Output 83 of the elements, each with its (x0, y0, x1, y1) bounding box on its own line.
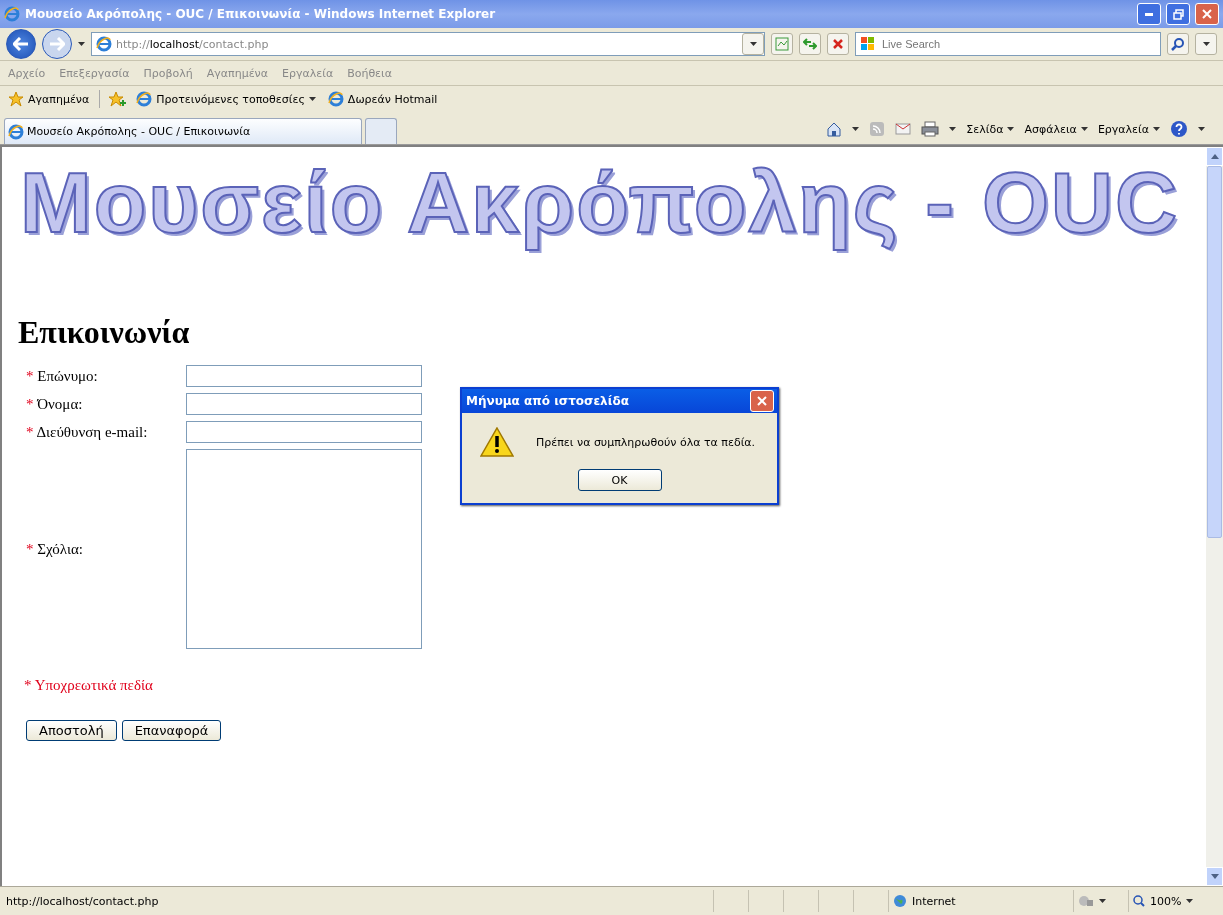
restore-icon (1172, 8, 1184, 20)
caret-icon (1099, 899, 1106, 903)
star-icon (8, 91, 24, 107)
forward-button[interactable] (42, 29, 72, 59)
comments-field[interactable] (186, 449, 422, 649)
search-field[interactable]: Live Search (855, 32, 1161, 56)
caret-icon (749, 42, 757, 46)
input-field[interactable] (186, 365, 422, 387)
url-text: http://localhost/contact.php (116, 37, 270, 51)
caret-icon (1007, 127, 1015, 131)
back-button[interactable] (6, 29, 36, 59)
search-options-button[interactable] (1195, 33, 1217, 55)
browser-logo-icon (96, 36, 112, 52)
forward-arrow-icon (49, 37, 65, 51)
address-field[interactable]: http://localhost/contact.php (91, 32, 765, 56)
field-label: * Διεύθυνση e-mail: (26, 423, 149, 441)
banner-title: Μουσείο Ακρόπολης - OUC (19, 153, 1180, 252)
input-field[interactable] (186, 421, 422, 443)
dropdown-button[interactable] (742, 33, 764, 55)
page-icon (775, 37, 789, 51)
favorites-link[interactable]: Δωρεάν Hotmail (325, 91, 440, 107)
printer-icon[interactable] (921, 121, 940, 137)
required-note: * Υποχρεωτικά πεδία (24, 677, 154, 694)
field-label: * Επώνυμο: (26, 367, 99, 385)
close-icon (757, 396, 767, 406)
caret-icon (1080, 127, 1088, 131)
close-icon (1202, 9, 1212, 19)
scroll-up-icon (1210, 154, 1219, 159)
browser-tab[interactable]: Μουσείο Ακρόπολης - OUC / Επικοινωνία (4, 118, 362, 144)
favorites-link[interactable]: Προτεινόμενες τοποθεσίες (134, 91, 318, 107)
form-button[interactable]: Αποστολή (26, 720, 117, 741)
zoom-icon[interactable] (1133, 895, 1145, 907)
field-label: * Σχόλια: (26, 540, 84, 558)
page-heading: Επικοινωνία (18, 314, 191, 351)
minimize-icon (1145, 12, 1153, 16)
command-menu-button[interactable]: Σελίδα (966, 122, 1015, 136)
caret-icon (949, 127, 957, 131)
dialog-message: Πρέπει να συμπληρωθούν όλα τα πεδία. (536, 435, 756, 449)
caret-icon (1198, 127, 1205, 131)
stop-x-icon (832, 38, 844, 50)
caret-icon (1153, 127, 1160, 131)
caret-icon (852, 127, 860, 131)
home-icon[interactable] (826, 121, 843, 137)
security-zone: Internet (912, 894, 956, 908)
browser-logo-icon (327, 91, 344, 107)
scrollbar[interactable] (1206, 147, 1223, 886)
zoom-level[interactable]: 100% (1150, 894, 1182, 908)
browser-logo-icon (136, 91, 153, 107)
field-label: * Όνομα: (26, 395, 84, 413)
dialog-close-button[interactable] (750, 390, 774, 412)
new-tab-button[interactable] (365, 118, 397, 144)
warning-icon (480, 427, 514, 457)
stop-button[interactable] (827, 33, 849, 55)
browser-logo-icon (4, 6, 20, 22)
favorites-button[interactable]: Αγαπημένα (6, 91, 92, 107)
window-title: Μουσείο Ακρόπολης - OUC / Επικοινωνία - Windows Internet Explorer (25, 7, 497, 21)
scroll-down-icon (1210, 874, 1219, 879)
input-field[interactable] (186, 393, 422, 415)
globe-icon (893, 894, 907, 908)
browser-logo-icon (8, 123, 24, 140)
refresh-arrows-icon (803, 37, 817, 51)
help-icon[interactable] (1170, 120, 1188, 138)
minimize-button[interactable] (1137, 3, 1161, 25)
ok-button[interactable]: OK (577, 469, 662, 491)
caret-icon (1186, 899, 1194, 903)
restore-button[interactable] (1166, 3, 1190, 25)
close-button[interactable] (1195, 3, 1219, 25)
status-url: http://localhost/contact.php (5, 894, 160, 908)
compatibility-button[interactable] (771, 33, 793, 55)
mail-icon[interactable] (895, 123, 912, 135)
form-button[interactable]: Επαναφορά (121, 720, 222, 741)
search-button[interactable] (1167, 33, 1189, 55)
caret-icon (1202, 42, 1210, 46)
caret-icon (78, 42, 85, 46)
windows-flag-icon (860, 36, 876, 52)
dialog-title: Μήνυμα από ιστοσελίδα (466, 394, 629, 408)
command-menu-button[interactable]: Εργαλεία (1097, 122, 1160, 136)
refresh-button[interactable] (799, 33, 821, 55)
search-input[interactable]: Live Search (880, 37, 1160, 51)
add-favorite-icon[interactable] (108, 91, 127, 107)
search-icon (1171, 37, 1185, 51)
back-arrow-icon (13, 37, 29, 51)
command-menu-button[interactable]: Ασφάλεια (1024, 122, 1088, 136)
